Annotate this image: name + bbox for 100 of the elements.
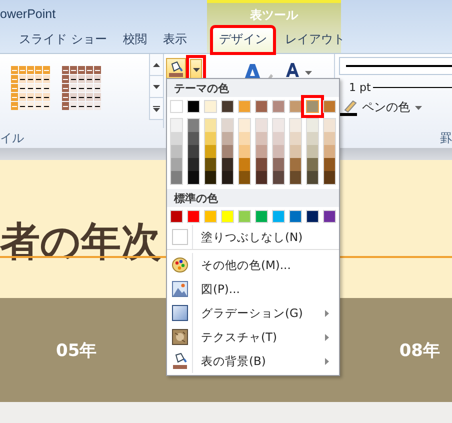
color-swatch[interactable]	[307, 119, 318, 132]
color-swatch[interactable]	[221, 210, 234, 223]
color-swatch[interactable]	[171, 119, 182, 132]
color-swatch[interactable]	[187, 100, 200, 113]
color-swatch[interactable]	[222, 119, 233, 132]
color-swatch[interactable]	[238, 100, 251, 113]
color-swatch[interactable]	[255, 100, 268, 113]
color-swatch[interactable]	[205, 132, 216, 145]
ribbon-tab[interactable]: 校閲	[116, 27, 154, 53]
menu-item[interactable]: 図(P)...	[167, 277, 339, 301]
color-swatch[interactable]	[171, 145, 182, 158]
color-swatch[interactable]	[255, 210, 268, 223]
color-swatch[interactable]	[256, 171, 267, 184]
color-swatch[interactable]	[273, 158, 284, 171]
color-swatch[interactable]	[323, 100, 336, 113]
color-swatch[interactable]	[188, 158, 199, 171]
color-swatch[interactable]	[238, 210, 251, 223]
color-swatch[interactable]	[324, 145, 335, 158]
scroll-up-button[interactable]	[149, 54, 163, 76]
color-swatch[interactable]	[289, 210, 302, 223]
ribbon-tab[interactable]: デザイン	[212, 27, 274, 53]
color-swatch[interactable]	[239, 132, 250, 145]
line-weight-value: 1 pt	[349, 80, 371, 94]
color-swatch[interactable]	[273, 132, 284, 145]
color-swatch[interactable]	[290, 145, 301, 158]
caret-down-icon	[415, 106, 422, 110]
color-swatch[interactable]	[272, 210, 285, 223]
color-swatch[interactable]	[222, 171, 233, 184]
color-swatch[interactable]	[323, 210, 336, 223]
color-swatch[interactable]	[307, 171, 318, 184]
color-swatch[interactable]	[171, 158, 182, 171]
color-swatch[interactable]	[170, 100, 183, 113]
menu-item[interactable]: 塗りつぶしなし(N)	[167, 225, 339, 250]
color-swatch[interactable]	[205, 145, 216, 158]
table-header-cell-text: 08年	[399, 340, 440, 362]
color-swatch[interactable]	[171, 132, 182, 145]
menu-section-heading: テーマの色	[174, 80, 229, 96]
color-swatch[interactable]	[205, 158, 216, 171]
color-swatch[interactable]	[306, 100, 319, 113]
table-style-thumbnail[interactable]	[62, 66, 101, 110]
color-swatch[interactable]	[239, 119, 250, 132]
color-swatch[interactable]	[205, 171, 216, 184]
color-swatch[interactable]	[290, 171, 301, 184]
color-swatch[interactable]	[307, 132, 318, 145]
shading-button[interactable]	[166, 58, 186, 80]
ribbon-tab[interactable]: 表示	[156, 27, 194, 53]
color-swatch[interactable]	[272, 100, 285, 113]
color-swatch[interactable]	[222, 132, 233, 145]
ribbon-tab[interactable]: スライド ショー	[12, 27, 114, 53]
line-weight-dropdown[interactable]: 1 pt	[339, 79, 452, 95]
menu-section-heading: 標準の色	[174, 190, 218, 206]
color-swatch[interactable]	[273, 119, 284, 132]
color-swatch[interactable]	[290, 119, 301, 132]
pen-color-button[interactable]: ペンの色	[359, 99, 413, 116]
color-swatch[interactable]	[204, 210, 217, 223]
table-style-thumbnail[interactable]	[11, 66, 50, 110]
color-swatch[interactable]	[307, 158, 318, 171]
color-swatch[interactable]	[306, 210, 319, 223]
color-swatch[interactable]	[222, 158, 233, 171]
color-swatch[interactable]	[188, 171, 199, 184]
color-swatch[interactable]	[187, 210, 200, 223]
caret-down-icon	[192, 68, 200, 72]
color-swatch[interactable]	[290, 158, 301, 171]
line-style-dropdown[interactable]	[339, 57, 452, 75]
color-swatch[interactable]	[256, 145, 267, 158]
color-swatch[interactable]	[170, 210, 183, 223]
caret-up-icon	[153, 62, 160, 66]
menu-item[interactable]: 表の背景(B)	[167, 349, 339, 373]
scroll-down-button[interactable]	[149, 76, 163, 98]
color-swatch[interactable]	[256, 158, 267, 171]
color-swatch[interactable]	[222, 145, 233, 158]
color-swatch[interactable]	[188, 145, 199, 158]
color-swatch[interactable]	[273, 171, 284, 184]
menu-item[interactable]: その他の色(M)...	[167, 253, 339, 277]
menu-item[interactable]: テクスチャ(T)	[167, 325, 339, 349]
color-swatch[interactable]	[324, 119, 335, 132]
color-swatch[interactable]	[324, 132, 335, 145]
color-swatch[interactable]	[239, 145, 250, 158]
menu-item[interactable]: グラデーション(G)	[167, 301, 339, 325]
color-swatch[interactable]	[239, 171, 250, 184]
more-button[interactable]	[149, 98, 163, 120]
color-swatch[interactable]	[273, 145, 284, 158]
group-label: イル	[0, 130, 24, 146]
color-swatch[interactable]	[204, 100, 217, 113]
color-swatch[interactable]	[239, 158, 250, 171]
color-swatch[interactable]	[188, 119, 199, 132]
color-swatch[interactable]	[290, 132, 301, 145]
color-swatch[interactable]	[256, 119, 267, 132]
color-swatch[interactable]	[171, 171, 182, 184]
ribbon-tab[interactable]: レイアウト	[278, 27, 352, 53]
color-swatch[interactable]	[188, 132, 199, 145]
color-swatch[interactable]	[221, 100, 234, 113]
color-swatch[interactable]	[324, 171, 335, 184]
color-swatch[interactable]	[324, 158, 335, 171]
more-icon	[153, 106, 160, 112]
picture-icon	[172, 281, 188, 297]
color-swatch[interactable]	[205, 119, 216, 132]
color-swatch[interactable]	[256, 132, 267, 145]
color-swatch[interactable]	[289, 100, 302, 113]
color-swatch[interactable]	[307, 145, 318, 158]
